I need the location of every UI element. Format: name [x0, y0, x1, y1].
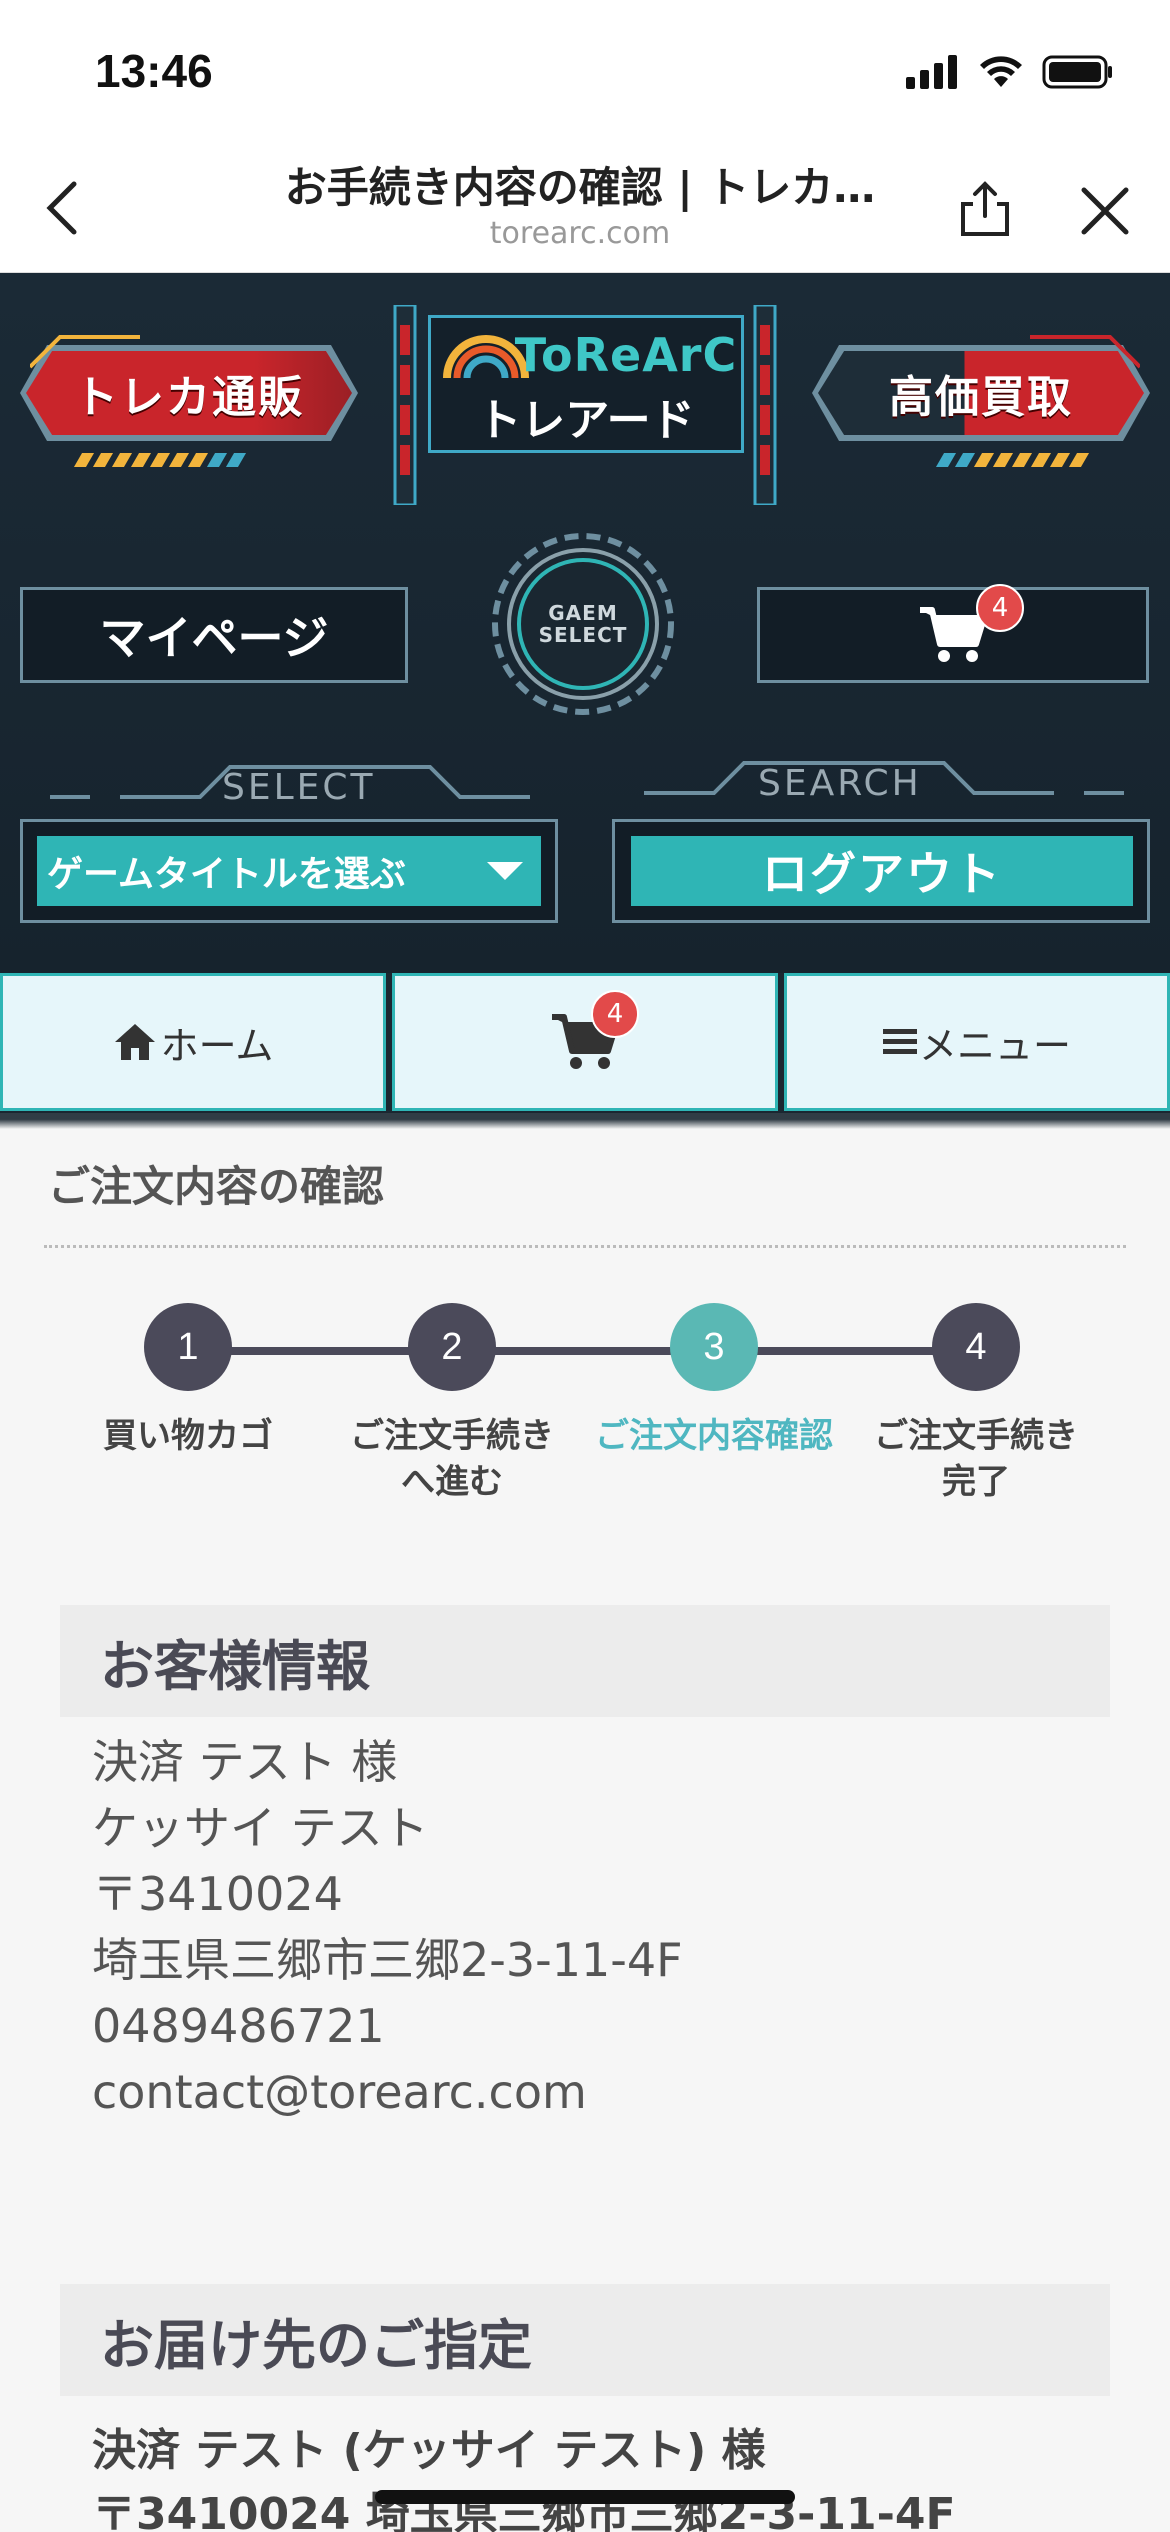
customer-address: 埼玉県三郷市三郷2-3-11-4F [92, 1933, 683, 1987]
site-header: トレカ通販 高価買取 ToReArC トレアード マイページ GAEM SELE… [0, 273, 1170, 973]
main-content: ご注文内容の確認 1 買い物カゴ 2 ご注文手続きへ進む 3 ご注文内容確認 4… [44, 1129, 1126, 2532]
game-title-select[interactable]: ゲームタイトルを選ぶ [37, 836, 541, 906]
step-number: 3 [670, 1303, 758, 1391]
customer-postal: 〒3410024 [92, 1867, 343, 1921]
signal-icon [906, 55, 957, 89]
tab-menu[interactable]: メニュー [784, 973, 1170, 1111]
tab-menu-label: メニュー [918, 1023, 1071, 1068]
customer-info-heading: お客様情報 [60, 1605, 1110, 1717]
tab-shadow [0, 1113, 1170, 1129]
step-number: 4 [932, 1303, 1020, 1391]
game-select-gear[interactable]: GAEM SELECT [490, 531, 676, 717]
mypage-label: マイページ [99, 611, 329, 665]
customer-phone: 0489486721 [92, 1999, 385, 2053]
tab-row: ホーム 4 メニュー [0, 973, 1170, 1113]
step-number: 2 [408, 1303, 496, 1391]
logo-frame: ToReArC トレアード [428, 315, 744, 453]
browser-url[interactable]: torearc.com [170, 216, 990, 251]
buy-nav-label: トレカ通販 [74, 372, 304, 423]
customer-kana: ケッサイ テスト [92, 1801, 429, 1855]
logo-kana: トレアード [477, 395, 695, 446]
status-bar: 13:46 [0, 0, 1170, 140]
logo-pillar-right [753, 305, 777, 505]
step-3: 3 ご注文内容確認 [582, 1299, 846, 1459]
tab-home[interactable]: ホーム [0, 973, 386, 1111]
home-indicator [375, 2490, 795, 2504]
logout-wrap: ログアウト [612, 819, 1150, 923]
shipping-heading: お届け先のご指定 [60, 2284, 1110, 2396]
sell-stripes [935, 453, 1090, 467]
game-title-select-wrap: ゲームタイトルを選ぶ [20, 819, 558, 923]
browser-title: お手続き内容の確認 | トレカ… [284, 163, 876, 212]
step-number: 1 [144, 1303, 232, 1391]
logo-name: ToReArC [514, 328, 738, 382]
tab-home-label: ホーム [160, 1023, 274, 1068]
status-icons [906, 54, 1114, 90]
game-title-select-value: ゲームタイトルを選ぶ [47, 854, 406, 895]
logo-pillar-left [393, 305, 417, 505]
browser-bar: お手続き内容の確認 | トレカ… torearc.com [0, 140, 1170, 273]
back-icon[interactable] [38, 178, 88, 238]
step-label: ご注文手続きへ進む [350, 1416, 554, 1502]
step-label: ご注文手続き完了 [874, 1416, 1078, 1502]
customer-email: contact@torearc.com [92, 2065, 587, 2119]
step-1: 1 買い物カゴ [56, 1299, 320, 1459]
gear-text: GAEM SELECT [490, 531, 676, 717]
search-caption: SEARCH [758, 763, 922, 804]
step-label: 買い物カゴ [103, 1416, 273, 1456]
step-label: ご注文内容確認 [595, 1416, 833, 1456]
wifi-icon [980, 56, 1022, 87]
step-4: 4 ご注文手続き完了 [844, 1299, 1108, 1505]
close-icon[interactable] [1078, 184, 1132, 238]
gear-line2: SELECT [538, 623, 628, 647]
mypage-button[interactable]: マイページ [20, 587, 408, 683]
customer-info: 決済 テスト 様 ケッサイ テスト 〒3410024 埼玉県三郷市三郷2-3-1… [92, 1729, 683, 2125]
header-cart-badge: 4 [976, 584, 1024, 632]
battery-icon [1042, 55, 1112, 89]
select-caption: SELECT [222, 767, 376, 808]
home-icon [114, 1024, 155, 1060]
progress-steps: 1 買い物カゴ 2 ご注文手続きへ進む 3 ご注文内容確認 4 ご注文手続き完了 [44, 1299, 1126, 1502]
divider [44, 1245, 1126, 1248]
sell-nav-label: 高価買取 [889, 372, 1073, 423]
shipping-info: 決済 テスト (ケッサイ テスト) 様 〒3410024 埼玉県三郷市三郷2-3… [92, 2419, 956, 2532]
tab-cart[interactable]: 4 [392, 973, 778, 1111]
chevron-down-icon [487, 862, 523, 880]
menu-icon [882, 1029, 917, 1054]
status-time: 13:46 [95, 45, 213, 97]
site-logo[interactable]: ToReArC トレアード [392, 305, 778, 505]
shipping-name: 決済 テスト (ケッサイ テスト) 様 [92, 2425, 766, 2476]
share-icon[interactable] [955, 178, 1015, 238]
tab-cart-badge: 4 [591, 990, 639, 1038]
gear-line1: GAEM [548, 601, 618, 625]
header-cart-button[interactable]: 4 [757, 584, 1149, 683]
customer-name: 決済 テスト 様 [92, 1735, 398, 1789]
page: 13:46 お手続き内容の確認 | トレカ… torearc.com トレカ通販… [0, 0, 1170, 2532]
logout-button[interactable]: ログアウト [631, 836, 1133, 906]
buy-stripes [73, 453, 247, 467]
step-2: 2 ご注文手続きへ進む [320, 1299, 584, 1505]
page-title: ご注文内容の確認 [48, 1162, 385, 1211]
